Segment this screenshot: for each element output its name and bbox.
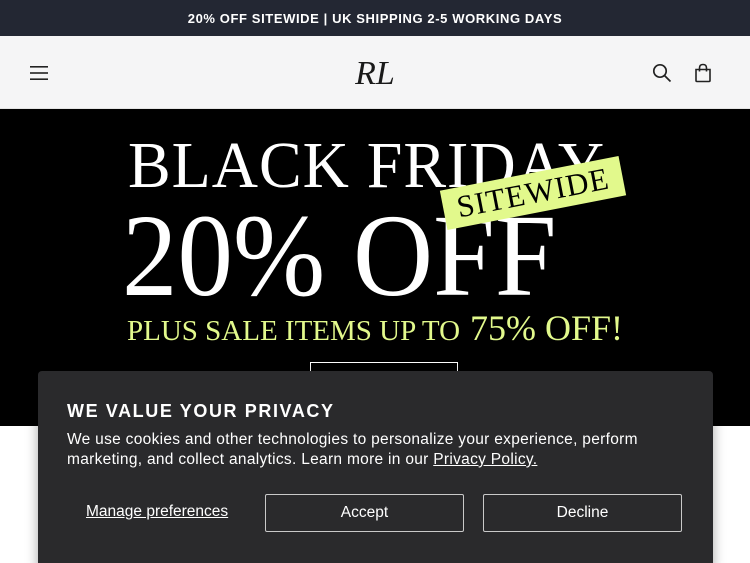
cookie-title: WE VALUE YOUR PRIVACY [67, 401, 335, 421]
decline-button[interactable]: Decline [483, 494, 682, 532]
logo-mark: RL [354, 55, 395, 92]
menu-button[interactable] [23, 57, 55, 89]
logo-text: RL [354, 55, 395, 92]
site-header: RL [0, 36, 750, 109]
privacy-policy-link[interactable]: Privacy Policy. [433, 451, 537, 468]
cart-icon [695, 63, 711, 83]
hero-subheading-highlight: 75% OFF! [470, 308, 624, 348]
hero-subheading-text: PLUS SALE ITEMS UP TO [127, 315, 461, 347]
search-button[interactable] [646, 57, 678, 89]
announcement-text: 20% OFF SITEWIDE | UK SHIPPING 2-5 WORKI… [187, 10, 563, 26]
cookie-description: We use cookies and other technologies to… [67, 430, 687, 470]
hero-subheading: PLUS SALE ITEMS UP TO 75% OFF! [127, 310, 623, 346]
manage-preferences-link[interactable]: Manage preferences [86, 503, 228, 521]
menu-icon [30, 66, 48, 80]
cookie-consent-banner: WE VALUE YOUR PRIVACY We use cookies and… [38, 371, 713, 563]
brand-logo[interactable]: RL [342, 51, 408, 95]
accept-button[interactable]: Accept [265, 494, 464, 532]
cart-button[interactable] [687, 57, 719, 89]
announcement-bar: 20% OFF SITEWIDE | UK SHIPPING 2-5 WORKI… [0, 0, 750, 36]
search-icon [652, 63, 672, 83]
cookie-description-text: We use cookies and other technologies to… [67, 431, 638, 468]
